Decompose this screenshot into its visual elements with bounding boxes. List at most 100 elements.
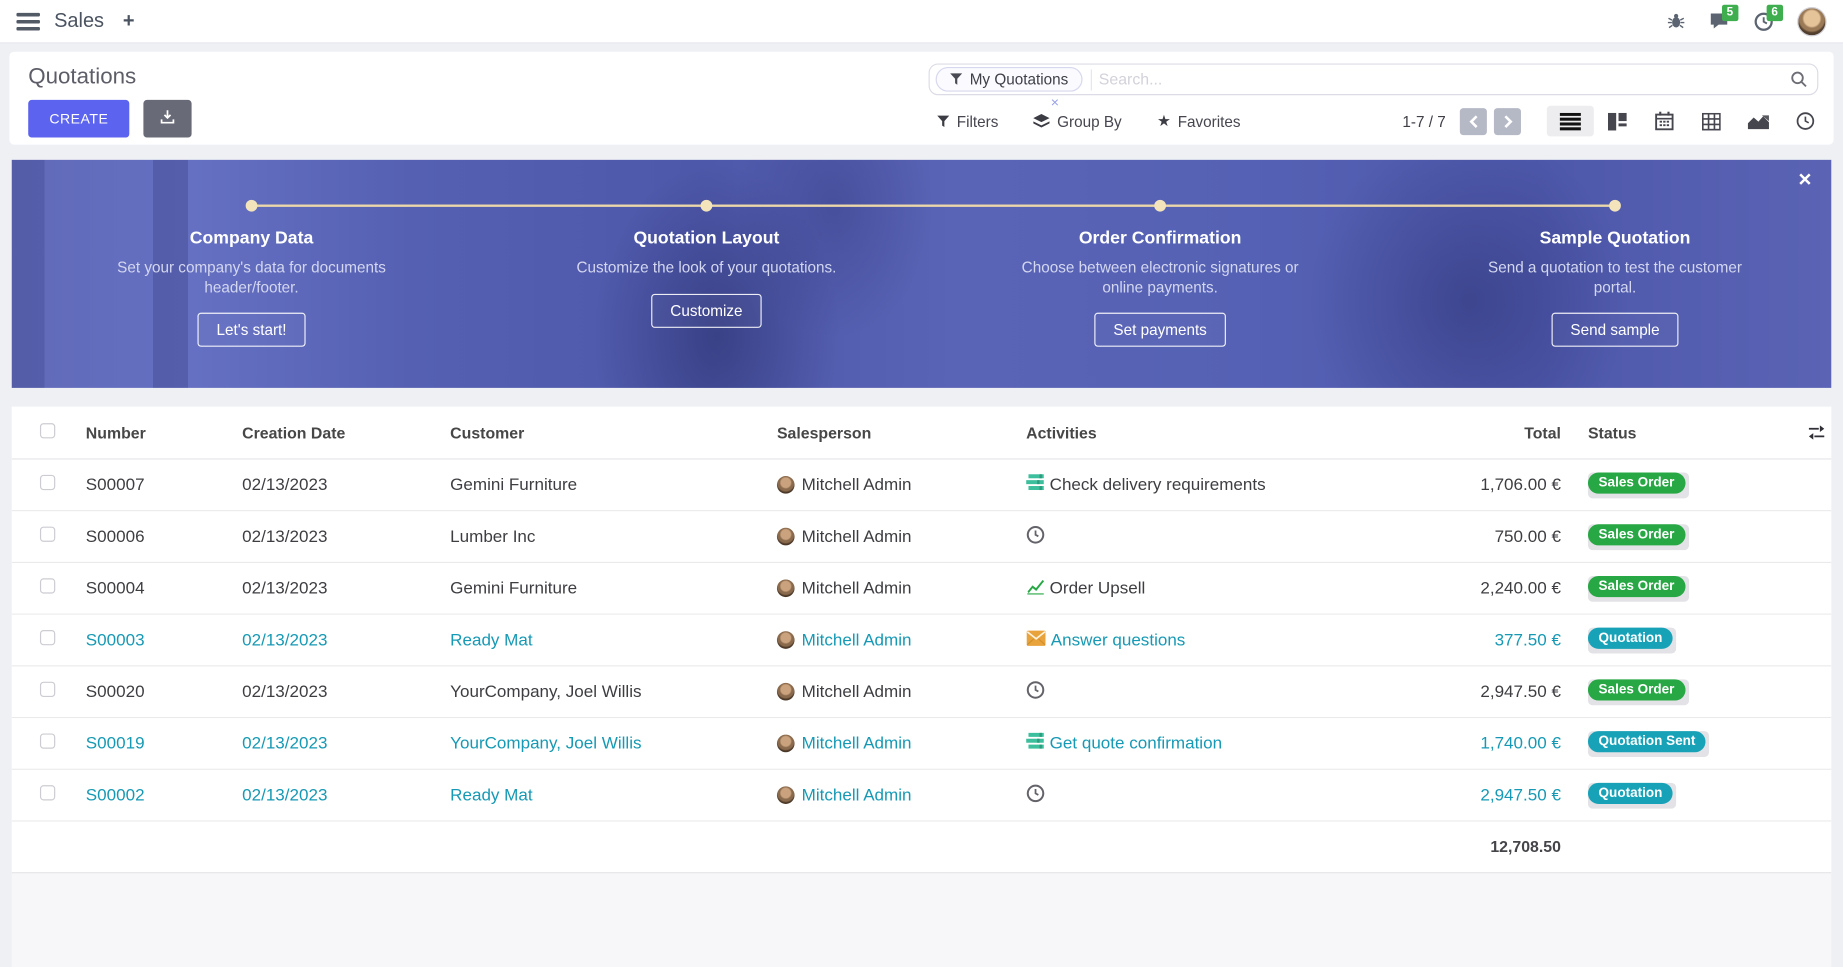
pager-previous-button[interactable] bbox=[1460, 108, 1487, 135]
row-checkbox[interactable] bbox=[40, 682, 55, 697]
activity-cell[interactable] bbox=[1026, 680, 1390, 704]
creation-date: 02/13/2023 bbox=[242, 579, 450, 598]
total-amount: 750.00 € bbox=[1390, 527, 1560, 546]
table-row[interactable]: S0000202/13/2023Ready MatMitchell Admin2… bbox=[12, 770, 1832, 822]
salesperson-avatar bbox=[777, 476, 795, 494]
column-header-status[interactable]: Status bbox=[1561, 424, 1802, 442]
chevron-left-icon bbox=[1469, 115, 1478, 128]
export-button[interactable] bbox=[143, 100, 191, 138]
salesperson-cell: Mitchell Admin bbox=[777, 786, 1026, 805]
user-avatar[interactable] bbox=[1797, 6, 1826, 35]
row-checkbox[interactable] bbox=[40, 785, 55, 800]
view-pivot-button[interactable] bbox=[1688, 106, 1735, 137]
messages-icon[interactable]: 5 bbox=[1709, 12, 1730, 31]
top-navbar: Sales + 5 6 bbox=[0, 0, 1843, 43]
activity-clock-icon[interactable]: 6 bbox=[1754, 11, 1774, 31]
quotation-number[interactable]: S00006 bbox=[86, 527, 242, 546]
search-facet-label: My Quotations bbox=[970, 71, 1069, 89]
view-list-button[interactable] bbox=[1547, 106, 1594, 137]
row-checkbox[interactable] bbox=[40, 475, 55, 490]
view-kanban-button[interactable] bbox=[1594, 106, 1641, 137]
view-activity-button[interactable] bbox=[1782, 106, 1829, 137]
search-icon[interactable] bbox=[1790, 71, 1808, 89]
plus-icon[interactable]: + bbox=[123, 9, 135, 33]
column-header-number[interactable]: Number bbox=[86, 424, 242, 442]
activity-cell[interactable]: Answer questions bbox=[1026, 629, 1390, 650]
quotation-number[interactable]: S00004 bbox=[86, 579, 242, 598]
salesperson-name: Mitchell Admin bbox=[802, 527, 912, 546]
kanban-view-icon bbox=[1608, 112, 1627, 130]
creation-date: 02/13/2023 bbox=[242, 527, 450, 546]
activity-label: Answer questions bbox=[1051, 631, 1186, 650]
pivot-view-icon bbox=[1702, 112, 1721, 130]
view-calendar-button[interactable] bbox=[1641, 106, 1688, 137]
activity-label: Get quote confirmation bbox=[1050, 734, 1222, 753]
customer-name: Lumber Inc bbox=[450, 527, 777, 546]
salesperson-cell: Mitchell Admin bbox=[777, 734, 1026, 753]
favorites-button[interactable]: ★ Favorites bbox=[1157, 112, 1241, 131]
facet-remove-icon[interactable]: × bbox=[1051, 94, 1059, 110]
pager-next-button[interactable] bbox=[1494, 108, 1521, 135]
send-sample-button[interactable]: Send sample bbox=[1552, 313, 1679, 347]
select-all-checkbox[interactable] bbox=[40, 423, 55, 438]
quotation-number[interactable]: S00007 bbox=[86, 475, 242, 494]
view-switcher bbox=[1547, 106, 1829, 137]
layers-icon bbox=[1034, 113, 1050, 128]
row-checkbox[interactable] bbox=[40, 578, 55, 593]
app-name[interactable]: Sales bbox=[54, 9, 104, 33]
creation-date: 02/13/2023 bbox=[242, 682, 450, 701]
onboarding-step-sample-quotation: Sample Quotation Send a quotation to tes… bbox=[1468, 228, 1762, 347]
row-checkbox[interactable] bbox=[40, 527, 55, 542]
pager-text: 1-7 / 7 bbox=[1402, 112, 1445, 130]
optional-columns-icon[interactable] bbox=[1802, 424, 1831, 440]
row-checkbox[interactable] bbox=[40, 630, 55, 645]
clock-icon bbox=[1026, 525, 1045, 549]
control-panel: Quotations CREATE My Quotations × Search… bbox=[9, 52, 1833, 145]
customer-name: Gemini Furniture bbox=[450, 475, 777, 494]
quotation-number[interactable]: S00020 bbox=[86, 682, 242, 701]
salesperson-name: Mitchell Admin bbox=[802, 682, 912, 701]
activity-cell[interactable]: Check delivery requirements bbox=[1026, 474, 1390, 496]
activity-cell[interactable]: Order Upsell bbox=[1026, 577, 1390, 599]
step-description: Customize the look of your quotations. bbox=[559, 259, 853, 278]
activity-cell[interactable]: Get quote confirmation bbox=[1026, 732, 1390, 754]
lets-start-button[interactable]: Let's start! bbox=[198, 313, 306, 347]
bug-icon[interactable] bbox=[1667, 12, 1686, 31]
salesperson-name: Mitchell Admin bbox=[802, 475, 912, 494]
set-payments-button[interactable]: Set payments bbox=[1095, 313, 1226, 347]
row-checkbox[interactable] bbox=[40, 733, 55, 748]
step-description: Send a quotation to test the customer po… bbox=[1468, 259, 1762, 298]
quotation-number[interactable]: S00019 bbox=[86, 734, 242, 753]
table-row[interactable]: S0000702/13/2023Gemini FurnitureMitchell… bbox=[12, 460, 1832, 512]
column-header-salesperson[interactable]: Salesperson bbox=[777, 424, 1026, 442]
group-by-button[interactable]: Group By bbox=[1034, 112, 1122, 130]
tasks-icon bbox=[1026, 474, 1045, 496]
filters-button[interactable]: Filters bbox=[937, 112, 999, 130]
customize-button[interactable]: Customize bbox=[652, 293, 762, 327]
apps-menu-icon[interactable] bbox=[16, 12, 40, 30]
create-button[interactable]: CREATE bbox=[28, 100, 129, 138]
view-graph-button[interactable] bbox=[1735, 106, 1782, 137]
table-row[interactable]: S0000302/13/2023Ready MatMitchell AdminA… bbox=[12, 615, 1832, 667]
table-row[interactable]: S0002002/13/2023YourCompany, Joel Willis… bbox=[12, 666, 1832, 718]
search-facet[interactable]: My Quotations bbox=[936, 67, 1083, 92]
salesperson-avatar bbox=[777, 528, 795, 546]
column-header-total[interactable]: Total bbox=[1390, 424, 1560, 442]
activity-cell[interactable] bbox=[1026, 783, 1390, 807]
table-row[interactable]: S0001902/13/2023YourCompany, Joel Willis… bbox=[12, 718, 1832, 770]
column-header-activities[interactable]: Activities bbox=[1026, 424, 1390, 442]
column-header-customer[interactable]: Customer bbox=[450, 424, 777, 442]
quotation-number[interactable]: S00003 bbox=[86, 631, 242, 650]
activity-label: Check delivery requirements bbox=[1050, 475, 1266, 494]
activity-label: Order Upsell bbox=[1050, 579, 1146, 598]
banner-close-icon[interactable]: ✕ bbox=[1798, 169, 1813, 190]
salesperson-avatar bbox=[777, 735, 795, 753]
search-bar[interactable]: My Quotations × Search... bbox=[929, 63, 1819, 95]
search-input[interactable]: Search... bbox=[1091, 69, 1791, 90]
activity-cell[interactable] bbox=[1026, 525, 1390, 549]
column-header-creation-date[interactable]: Creation Date bbox=[242, 424, 450, 442]
table-row[interactable]: S0000602/13/2023Lumber Inc Mitchell Admin… bbox=[12, 511, 1832, 563]
customer-name: Gemini Furniture bbox=[450, 579, 777, 598]
quotation-number[interactable]: S00002 bbox=[86, 786, 242, 805]
table-row[interactable]: S0000402/13/2023Gemini FurnitureMitchell… bbox=[12, 563, 1832, 615]
